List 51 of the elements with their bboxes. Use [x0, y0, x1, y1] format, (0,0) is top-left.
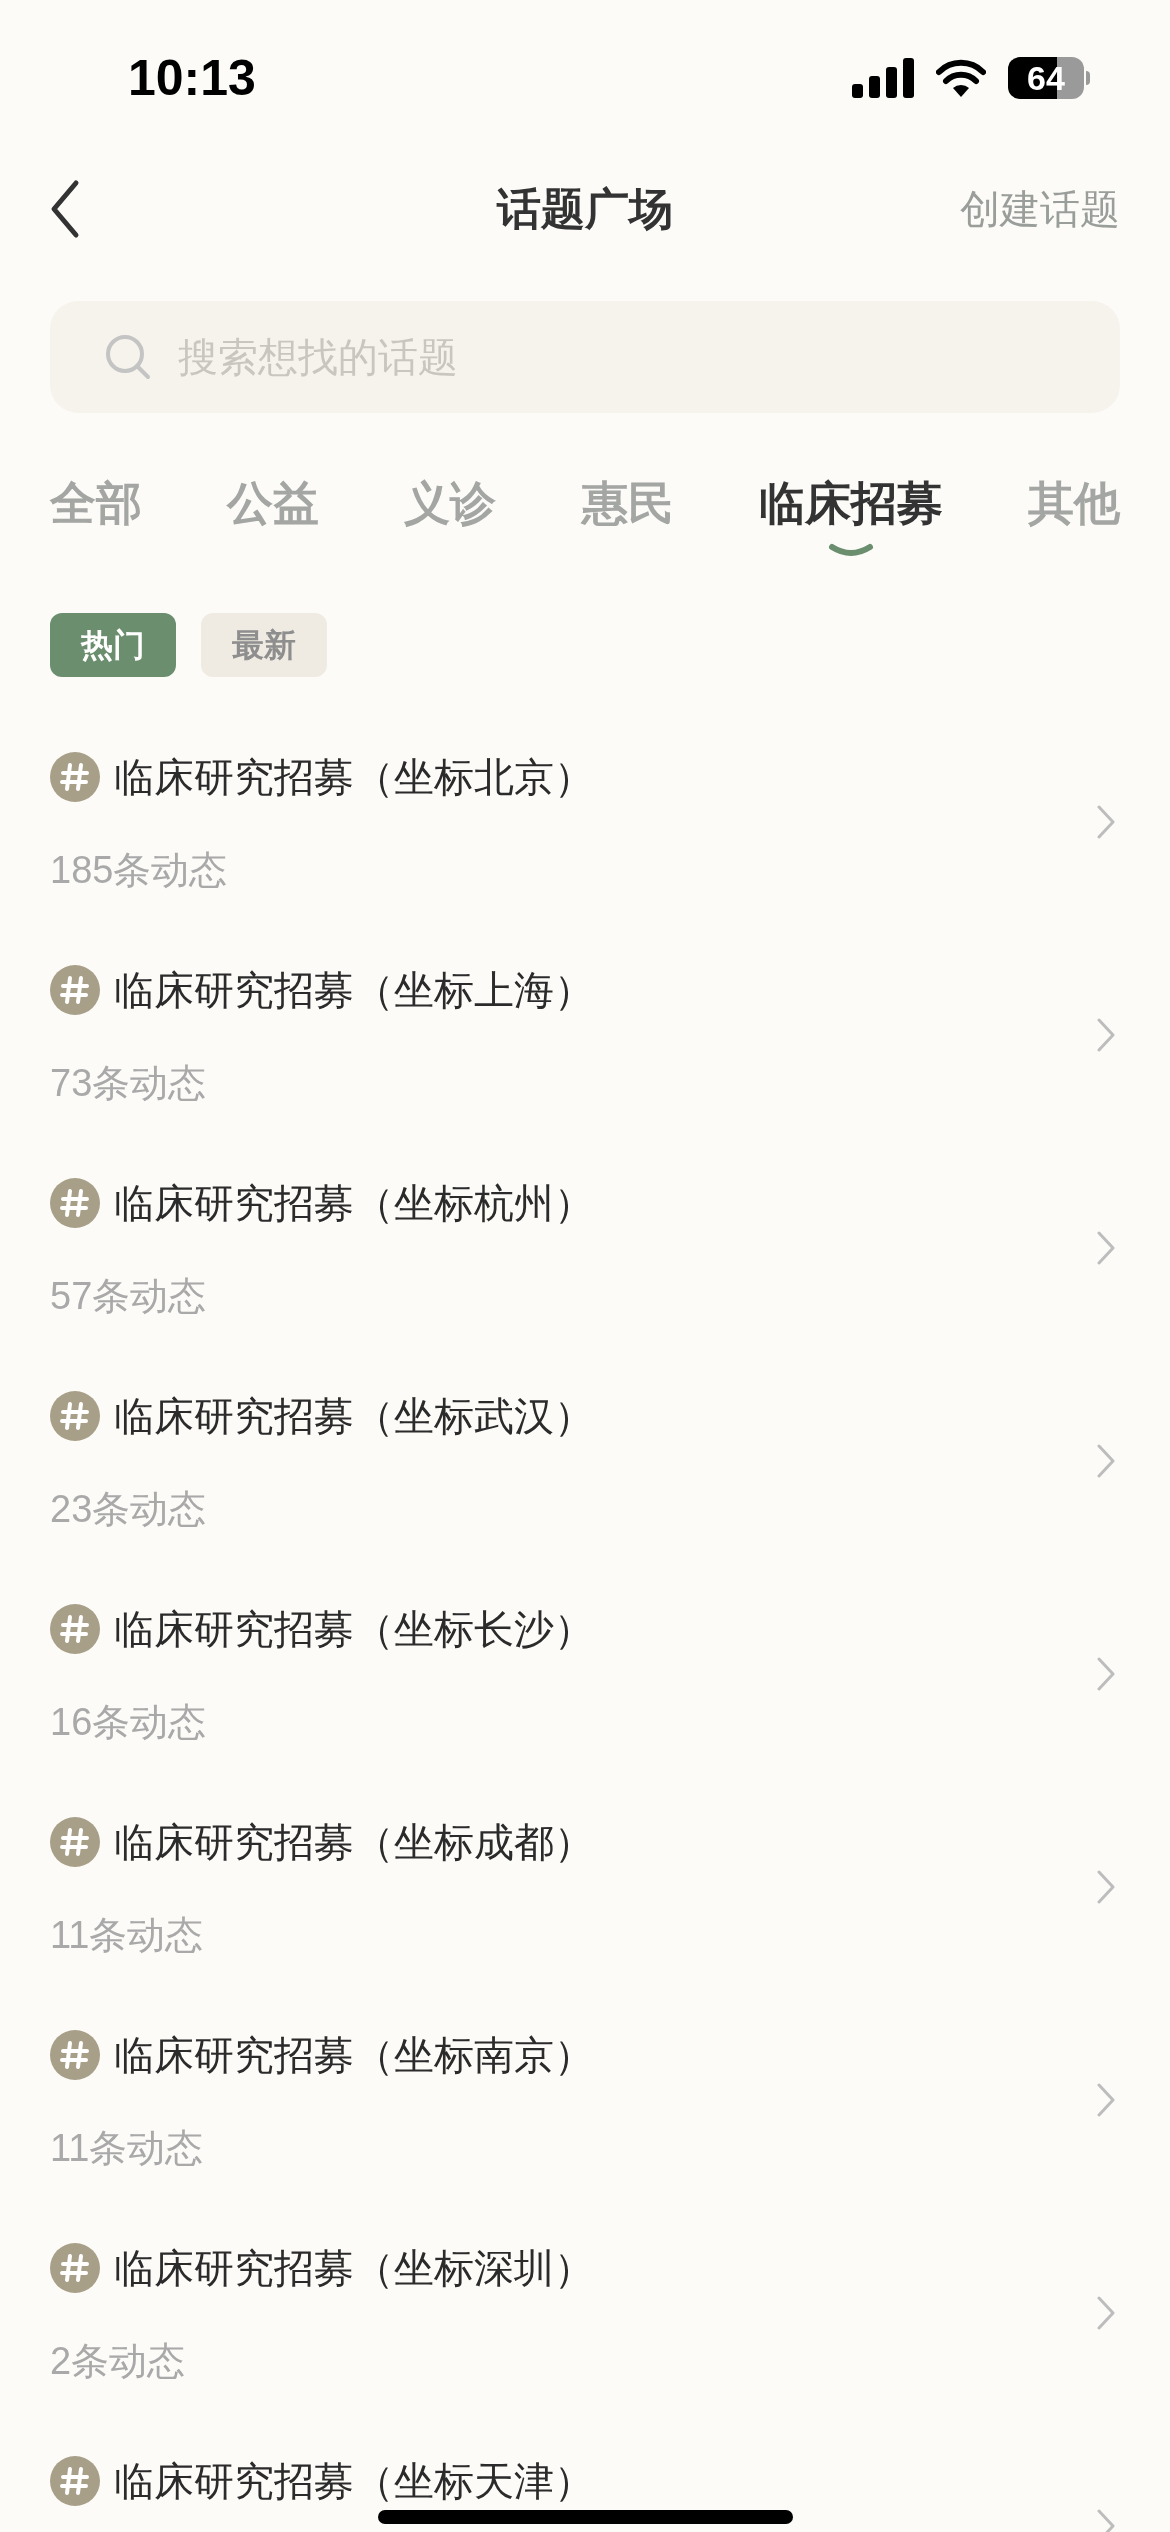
topic-row[interactable]: 临床研究招募（坐标上海） 73条动态: [0, 953, 1170, 1166]
sort-chip[interactable]: 热门: [50, 613, 176, 677]
topic-title: 临床研究招募（坐标南京）: [114, 2032, 594, 2079]
chevron-right-icon: [1097, 2083, 1115, 2117]
page-title: 话题广场: [497, 183, 673, 235]
topic-title: 临床研究招募（坐标北京）: [114, 754, 594, 801]
topic-row[interactable]: 临床研究招募（坐标南京） 11条动态: [0, 2018, 1170, 2231]
category-tab[interactable]: 临床招募: [758, 473, 943, 563]
topic-title: 临床研究招募（坐标成都）: [114, 1819, 594, 1866]
topic-row[interactable]: 临床研究招募（坐标杭州） 57条动态: [0, 1166, 1170, 1379]
chevron-right-icon: [1097, 2296, 1115, 2330]
status-time: 10:13: [128, 48, 256, 108]
chevron-right-icon: [1097, 1657, 1115, 1691]
chevron-right-icon: [1097, 1444, 1115, 1478]
chevron-right-icon: [1097, 1231, 1115, 1265]
hash-icon: [50, 965, 100, 1015]
hash-icon: [50, 1817, 100, 1867]
topic-post-count: 23条动态: [50, 1487, 208, 1532]
topic-row[interactable]: 临床研究招募（坐标深圳） 2条动态: [0, 2231, 1170, 2444]
hash-icon: [50, 2030, 100, 2080]
hash-icon: [50, 1391, 100, 1441]
hash-icon: [50, 1604, 100, 1654]
topic-row[interactable]: 临床研究招募（坐标成都） 11条动态: [0, 1805, 1170, 2018]
topic-title: 临床研究招募（坐标天津）: [114, 2458, 594, 2505]
chevron-right-icon: [1097, 1870, 1115, 1904]
hash-icon: [50, 2243, 100, 2293]
topic-post-count: 11条动态: [50, 1913, 205, 1958]
search-icon: [104, 333, 152, 381]
topic-post-count: 11条动态: [50, 2126, 205, 2171]
topic-title: 临床研究招募（坐标深圳）: [114, 2245, 594, 2292]
topic-row[interactable]: 临床研究招募（坐标北京） 185条动态: [0, 740, 1170, 953]
hash-icon: [50, 752, 100, 802]
topic-post-count: 16条动态: [50, 1700, 208, 1745]
wifi-icon: [936, 59, 986, 97]
topic-post-count: 185条动态: [50, 848, 229, 893]
topic-title: 临床研究招募（坐标长沙）: [114, 1606, 594, 1653]
topic-row[interactable]: 临床研究招募（坐标武汉） 23条动态: [0, 1379, 1170, 1592]
topic-row[interactable]: 临床研究招募（坐标长沙） 16条动态: [0, 1592, 1170, 1805]
topic-post-count: 57条动态: [50, 1274, 208, 1319]
chevron-right-icon: [1097, 805, 1115, 839]
tab-underline: [827, 543, 874, 557]
hash-icon: [50, 1178, 100, 1228]
topic-post-count: 2条动态: [50, 2339, 187, 2384]
hash-icon: [50, 2456, 100, 2506]
signal-icon: [852, 58, 914, 98]
back-icon: [50, 179, 80, 239]
topic-title: 临床研究招募（坐标上海）: [114, 967, 594, 1014]
topic-title: 临床研究招募（坐标杭州）: [114, 1180, 594, 1227]
chevron-right-icon: [1097, 1018, 1115, 1052]
topic-title: 临床研究招募（坐标武汉）: [114, 1393, 594, 1440]
topic-post-count: 73条动态: [50, 1061, 208, 1106]
